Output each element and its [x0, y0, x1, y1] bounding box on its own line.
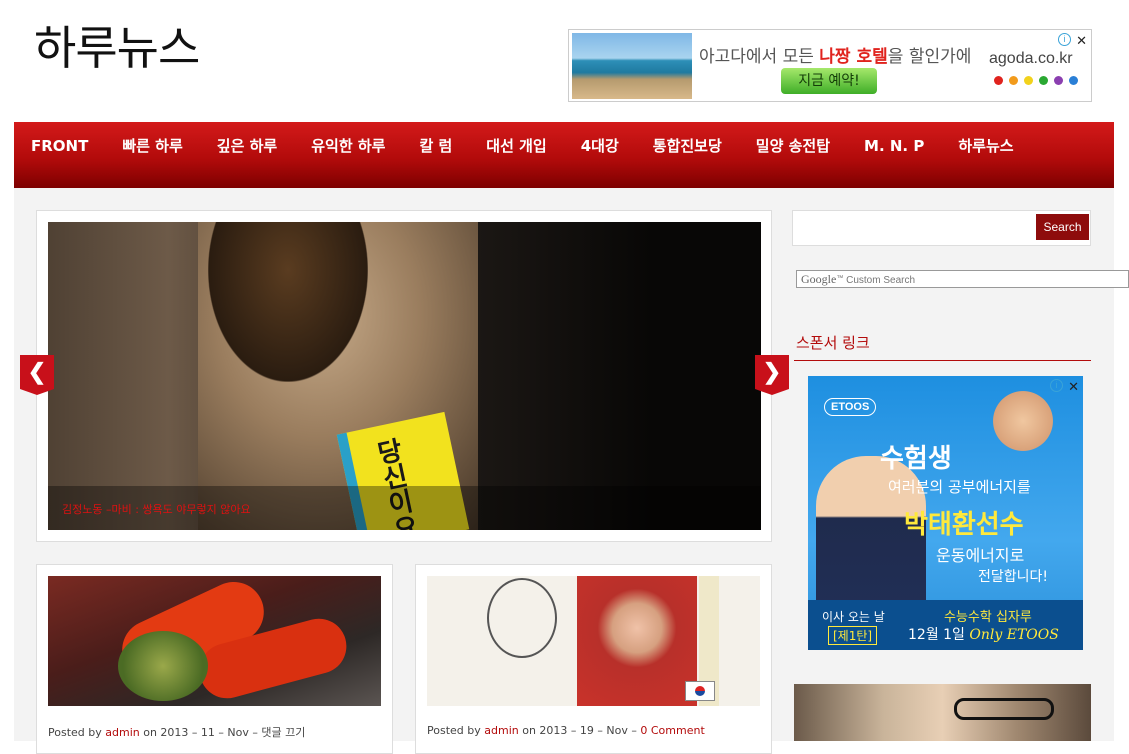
post-card: Posted by admin on 2013 – 11 – Nov – 댓글 …: [36, 564, 393, 754]
ad-bottom-text: 수능수학 십자루: [944, 610, 1032, 625]
nav-item[interactable]: FRONT: [14, 134, 105, 158]
slide-image[interactable]: 당신이요 김정노동 –마비 : 쌍욕도 야무렇지 않아요: [48, 222, 761, 530]
featured-slider: 당신이요 김정노동 –마비 : 쌍욕도 야무렇지 않아요: [36, 210, 772, 542]
post-author-link[interactable]: admin: [484, 724, 518, 737]
brand-dot: [1039, 76, 1048, 85]
brand-dot: [1069, 76, 1078, 85]
glasses-shape: [954, 698, 1054, 720]
post-meta: Posted by admin on 2013 – 11 – Nov – 댓글 …: [48, 724, 305, 740]
search-button[interactable]: Search: [1036, 214, 1089, 240]
nav-item[interactable]: 하루뉴스: [941, 134, 1030, 158]
ad-info-icon[interactable]: i: [1050, 379, 1063, 392]
ad-bottom-text: 이사 오는 날: [822, 610, 885, 624]
slide-figure-right: [478, 222, 761, 530]
posted-by-label: Posted by: [427, 724, 485, 737]
ad-text: 아고다에서 모든 나짱 호텔을 할인가에: [699, 47, 972, 67]
ad-swimmer-image: [988, 386, 1058, 456]
search-input[interactable]: [796, 214, 1032, 242]
brand-dot: [1024, 76, 1033, 85]
slider-prev-icon[interactable]: ❮: [20, 355, 54, 395]
nav-item[interactable]: 4대강: [564, 134, 636, 158]
ad-close-icon[interactable]: ✕: [1068, 379, 1079, 395]
nav-item[interactable]: 빠른 하루: [105, 134, 199, 158]
ad-book-button[interactable]: 지금 예약!: [781, 68, 877, 94]
posted-by-label: Posted by: [48, 726, 106, 739]
nav-item[interactable]: 밀양 송전탑: [739, 134, 847, 158]
stamp-portrait: [577, 576, 697, 706]
post-thumbnail[interactable]: [427, 576, 760, 706]
post-comments-link[interactable]: 0 Comment: [640, 724, 704, 737]
ad-bottom-tag: [제1탄]: [828, 626, 878, 645]
post-author-link[interactable]: admin: [105, 726, 139, 739]
ad-brand-logo: ETOOS: [824, 398, 877, 416]
stamp-postmark: [487, 578, 557, 658]
nav-item[interactable]: 칼 럼: [402, 134, 469, 158]
ad-brand: agoda.co.kr: [989, 50, 1073, 67]
ad-line: 운동에너지로: [936, 546, 1025, 565]
sidebar-search: Search: [792, 210, 1091, 246]
nav-item[interactable]: 대선 개입: [469, 134, 563, 158]
ad-info-icon[interactable]: i: [1058, 33, 1071, 46]
sidebar-photo[interactable]: [794, 684, 1091, 741]
post-date: on 2013 – 11 – Nov –: [139, 726, 262, 739]
nav-item[interactable]: M. N. P: [847, 134, 941, 158]
brand-dot: [1009, 76, 1018, 85]
nav-item[interactable]: 유익한 하루: [294, 134, 402, 158]
post-comments: 댓글 끄기: [261, 726, 306, 739]
sponsor-links-title: 스폰서 링크: [796, 334, 870, 352]
post-meta: Posted by admin on 2013 – 19 – Nov – 0 C…: [427, 724, 705, 737]
ad-line: 여러분의 공부에너지를: [888, 478, 1031, 496]
ad-close-icon[interactable]: ✕: [1076, 33, 1087, 49]
nav-item[interactable]: 통합진보당: [636, 134, 739, 158]
google-logo: Google: [801, 272, 837, 286]
post-thumbnail[interactable]: [48, 576, 381, 706]
ad-brand-dots: [994, 72, 1084, 90]
ad-beach-image: [572, 33, 692, 99]
post-card: Posted by admin on 2013 – 19 – Nov – 0 C…: [415, 564, 772, 754]
sidebar-divider: [794, 360, 1091, 361]
slide-figure-hair: [208, 222, 368, 382]
ad-bottom-bar: 이사 오는 날 [제1탄] 수능수학 십자루 12월 1일 Only ETOOS: [808, 600, 1083, 650]
brand-dot: [1054, 76, 1063, 85]
brand-dot: [994, 76, 1003, 85]
google-custom-search-input[interactable]: Google™ Custom Search: [796, 270, 1129, 288]
slide-caption: 김정노동 –마비 : 쌍욕도 야무렇지 않아요: [48, 486, 761, 530]
slider-next-icon[interactable]: ❯: [755, 355, 789, 395]
ad-line: 박태환선수: [904, 510, 1024, 540]
nav-item[interactable]: 깊은 하루: [200, 134, 294, 158]
flag-icon: [685, 681, 715, 701]
post-date: on 2013 – 19 – Nov –: [518, 724, 641, 737]
site-title[interactable]: 하루뉴스: [34, 12, 200, 78]
ad-bottom-date: 12월 1일 Only ETOOS: [908, 627, 1059, 643]
slide-caption-text[interactable]: 김정노동 –마비 : 쌍욕도 야무렇지 않아요: [62, 501, 251, 517]
top-banner-ad[interactable]: 아고다에서 모든 나짱 호텔을 할인가에 지금 예약! agoda.co.kr …: [568, 29, 1092, 102]
sidebar-ad[interactable]: ETOOS 수험생 여러분의 공부에너지를 박태환선수 운동에너지로 전달합니다…: [808, 376, 1083, 650]
ad-headline: 수험생: [880, 444, 952, 474]
cabbage-shape: [118, 631, 208, 701]
google-search-placeholder: Custom Search: [846, 275, 916, 286]
main-navigation: FRONT 빠른 하루 깊은 하루 유익한 하루 칼 럼 대선 개입 4대강 통합진보당 밀양 …: [14, 122, 1114, 188]
ad-line: 전달합니다!: [978, 569, 1049, 585]
